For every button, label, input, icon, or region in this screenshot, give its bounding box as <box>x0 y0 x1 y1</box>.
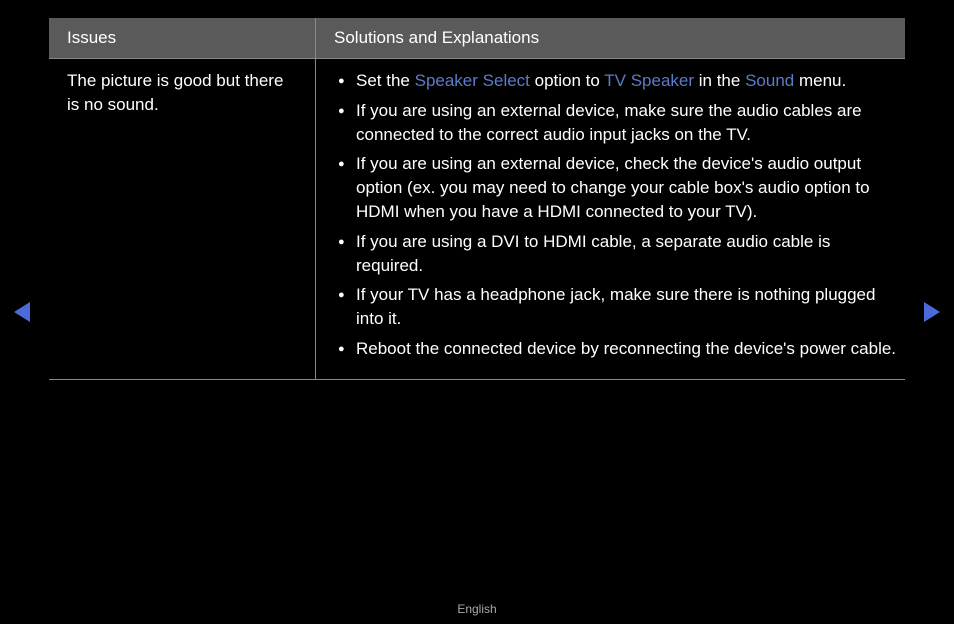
text: Set the <box>356 71 415 90</box>
issue-cell: The picture is good but there is no soun… <box>49 59 316 379</box>
highlight-speaker-select: Speaker Select <box>415 71 530 90</box>
solution-item: If you are using an external device, mak… <box>316 99 899 147</box>
triangle-left-icon <box>14 302 32 322</box>
solution-item: Set the Speaker Select option to TV Spea… <box>316 69 899 93</box>
solution-item: If you are using a DVI to HDMI cable, a … <box>316 230 899 278</box>
solution-item: Reboot the connected device by reconnect… <box>316 337 899 361</box>
text: in the <box>694 71 745 90</box>
footer-language: English <box>0 602 954 616</box>
text: menu. <box>794 71 846 90</box>
solutions-cell: Set the Speaker Select option to TV Spea… <box>316 59 905 379</box>
table-row: The picture is good but there is no soun… <box>49 59 905 380</box>
solutions-list: Set the Speaker Select option to TV Spea… <box>316 69 899 361</box>
highlight-sound: Sound <box>745 71 794 90</box>
text: option to <box>530 71 604 90</box>
triangle-right-icon <box>922 302 940 322</box>
table-header-row: Issues Solutions and Explanations <box>49 18 905 59</box>
highlight-tv-speaker: TV Speaker <box>604 71 694 90</box>
header-solutions: Solutions and Explanations <box>316 18 905 58</box>
previous-page-button[interactable] <box>14 302 32 327</box>
next-page-button[interactable] <box>922 302 940 327</box>
troubleshooting-table: Issues Solutions and Explanations The pi… <box>49 18 905 380</box>
solution-item: If you are using an external device, che… <box>316 152 899 223</box>
solution-item: If your TV has a headphone jack, make su… <box>316 283 899 331</box>
header-issues: Issues <box>49 18 316 58</box>
